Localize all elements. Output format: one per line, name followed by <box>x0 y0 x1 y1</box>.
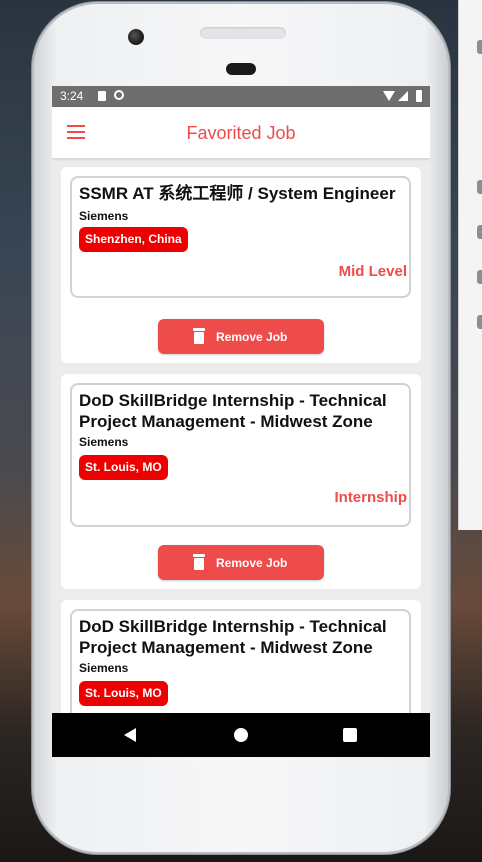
job-title: DoD SkillBridge Internship - Technical P… <box>79 391 387 431</box>
job-level: Internship <box>334 489 407 506</box>
trash-icon <box>193 554 205 570</box>
company-name: Siemens <box>79 435 129 449</box>
device-screen: 3:24 Favorited Job SSMR AT 系统工程师 / Syste… <box>52 86 430 757</box>
job-card: DoD SkillBridge Internship - Technical P… <box>61 374 421 589</box>
battery-icon <box>416 90 422 102</box>
trash-icon <box>193 328 205 344</box>
company-name: Siemens <box>79 661 129 675</box>
company-name: Siemens <box>79 209 129 223</box>
toolbar-icon[interactable] <box>477 225 482 239</box>
recent-apps-icon[interactable] <box>343 728 357 742</box>
navigation-bar <box>52 713 430 757</box>
job-details[interactable]: SSMR AT 系统工程师 / System Engineer Siemens … <box>70 176 411 298</box>
job-title: DoD SkillBridge Internship - Technical P… <box>79 617 387 657</box>
page-title: Favorited Job <box>186 123 296 143</box>
home-icon[interactable] <box>234 728 248 742</box>
sync-icon <box>114 90 124 100</box>
toolbar-icon[interactable] <box>477 270 482 284</box>
remove-job-label: Remove Job <box>216 556 288 570</box>
location-badge: Shenzhen, China <box>79 227 188 252</box>
speaker-grille <box>226 63 256 75</box>
job-card: DoD SkillBridge Internship - Technical P… <box>61 600 421 713</box>
job-card: SSMR AT 系统工程师 / System Engineer Siemens … <box>61 167 421 363</box>
earpiece <box>200 27 286 39</box>
job-title: SSMR AT 系统工程师 / System Engineer <box>79 184 396 203</box>
remove-job-button[interactable]: Remove Job <box>158 319 324 354</box>
app-bar: Favorited Job <box>52 107 430 158</box>
toolbar-icon[interactable] <box>477 40 482 54</box>
camera-icon <box>128 29 144 45</box>
remove-job-label: Remove Job <box>216 330 288 344</box>
job-level: Mid Level <box>338 263 407 280</box>
toolbar-icon[interactable] <box>477 180 482 194</box>
back-icon[interactable] <box>124 728 136 742</box>
emulator-toolbar <box>458 0 482 530</box>
location-badge: St. Louis, MO <box>79 681 168 706</box>
job-details[interactable]: DoD SkillBridge Internship - Technical P… <box>70 609 411 713</box>
sd-card-icon <box>98 91 106 101</box>
status-time: 3:24 <box>60 89 84 103</box>
job-details[interactable]: DoD SkillBridge Internship - Technical P… <box>70 383 411 527</box>
job-list[interactable]: SSMR AT 系统工程师 / System Engineer Siemens … <box>52 158 430 713</box>
toolbar-icon[interactable] <box>477 315 482 329</box>
location-badge: St. Louis, MO <box>79 455 168 480</box>
remove-job-button[interactable]: Remove Job <box>158 545 324 580</box>
wifi-icon <box>383 91 395 101</box>
status-bar: 3:24 <box>52 86 430 107</box>
signal-icon <box>398 91 408 101</box>
